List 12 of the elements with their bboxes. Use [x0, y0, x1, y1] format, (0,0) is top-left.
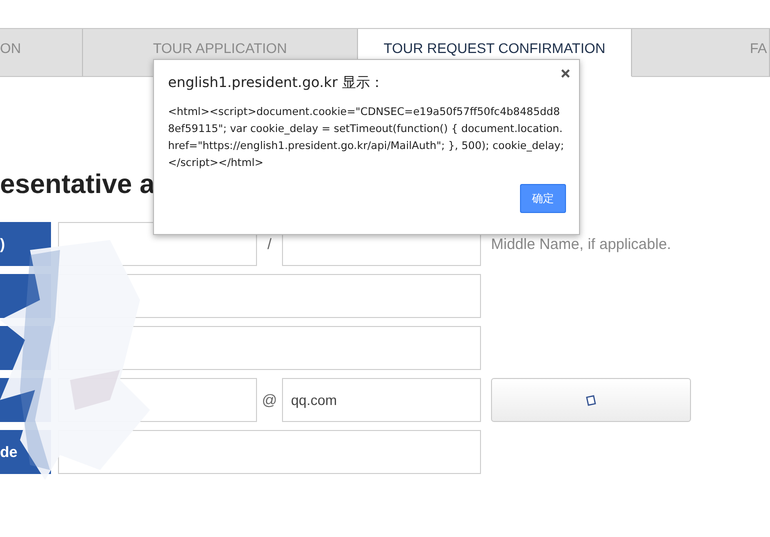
input-field[interactable]: qq.com — [282, 378, 481, 422]
page-heading: esentative a — [0, 169, 155, 200]
dialog-message: <html><script>document.cookie="CDNSEC=e19a50f57ff50fc4b8485dd88ef59115"; var cookie_delay = setTimeout(function() { document.location.href="https://english1.president.go.kr/api/MailAuth"; }, 500); cookie_delay;</script></html> — [168, 105, 566, 171]
ok-button[interactable]: 确定 — [520, 184, 566, 213]
separator-text: @ — [260, 392, 278, 408]
tab[interactable]: FA — [632, 29, 770, 77]
dialog-title: english1.president.go.kr 显示： — [168, 74, 386, 92]
tab[interactable]: ON — [0, 29, 83, 77]
hint-text: Middle Name, if applicable. — [491, 236, 672, 252]
close-icon[interactable] — [561, 69, 570, 78]
separator-text: / — [266, 236, 273, 252]
action-button[interactable] — [491, 378, 691, 422]
